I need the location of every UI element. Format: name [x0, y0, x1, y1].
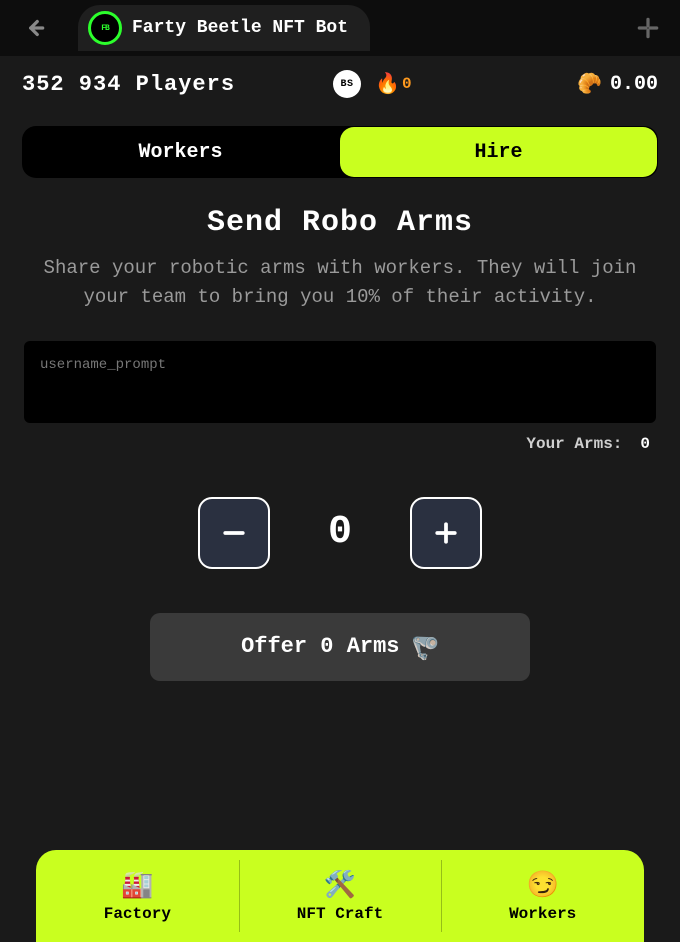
quantity-stepper: 0: [198, 497, 482, 569]
nav-nft-craft[interactable]: 🛠️ NFT Craft: [239, 850, 442, 942]
nav-factory[interactable]: 🏭 Factory: [36, 850, 239, 942]
increment-button[interactable]: [410, 497, 482, 569]
app-title: Farty Beetle NFT Bot: [132, 18, 348, 38]
stepper-value: 0: [328, 510, 352, 555]
arrow-left-icon: [21, 15, 47, 41]
app-logo-icon: FB: [88, 11, 122, 45]
stats-row: 352 934 Players BS 🔥 0 🥐 0.00: [0, 56, 680, 108]
fire-icon: 🔥: [375, 71, 400, 97]
flame-value: 0: [402, 75, 412, 93]
back-button[interactable]: [16, 10, 52, 46]
tab-switch: Workers Hire: [22, 126, 658, 178]
nav-workers[interactable]: 😏 Workers: [441, 850, 644, 942]
collapse-icon: [635, 15, 661, 41]
plus-icon: [431, 518, 461, 548]
decrement-button[interactable]: [198, 497, 270, 569]
tools-icon: 🛠️: [324, 870, 356, 901]
face-icon: 😏: [526, 870, 558, 901]
username-input[interactable]: [40, 357, 640, 373]
nav-nft-craft-label: NFT Craft: [297, 905, 383, 923]
bottom-nav: 🏭 Factory 🛠️ NFT Craft 😏 Workers: [36, 850, 644, 942]
arms-label: Your Arms:: [526, 435, 622, 453]
arms-value: 0: [640, 435, 650, 453]
players-count: 352 934 Players: [22, 72, 235, 97]
tab-hire[interactable]: Hire: [340, 127, 657, 177]
titlebar: FB Farty Beetle NFT Bot: [0, 0, 680, 56]
nav-workers-label: Workers: [509, 905, 576, 923]
app-viewport: 352 934 Players BS 🔥 0 🥐 0.00 Workers Hi…: [0, 56, 680, 942]
robo-arm-icon: 🦾: [412, 634, 439, 660]
coin-value: 0.00: [610, 73, 658, 96]
coin-counter[interactable]: 🥐 0.00: [577, 71, 658, 97]
collapse-button[interactable]: [632, 12, 664, 44]
nav-factory-label: Factory: [104, 905, 171, 923]
app-tab[interactable]: FB Farty Beetle NFT Bot: [78, 5, 370, 51]
factory-icon: 🏭: [121, 870, 153, 901]
coin-icon: 🥐: [577, 71, 602, 97]
username-box[interactable]: [24, 341, 656, 423]
tab-workers[interactable]: Workers: [22, 126, 339, 178]
arms-balance: Your Arms: 0: [24, 431, 656, 453]
main-content: Send Robo Arms Share your robotic arms w…: [0, 178, 680, 681]
offer-button[interactable]: Offer 0 Arms 🦾: [150, 613, 530, 681]
bs-badge[interactable]: BS: [333, 70, 361, 98]
flame-counter[interactable]: 🔥 0: [375, 71, 412, 97]
minus-icon: [219, 518, 249, 548]
page-title: Send Robo Arms: [207, 206, 473, 240]
page-subtext: Share your robotic arms with workers. Th…: [35, 254, 645, 313]
offer-label: Offer 0 Arms: [241, 634, 399, 659]
